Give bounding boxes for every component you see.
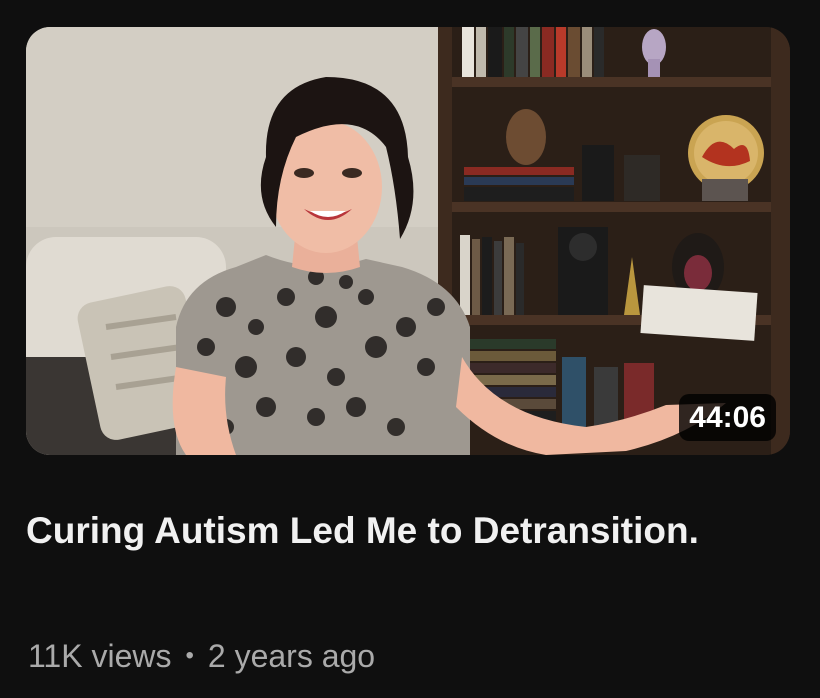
video-title[interactable]: Curing Autism Led Me to Detransition. [26,500,726,562]
meta-separator: • [185,642,194,669]
thumbnail-image [26,27,790,455]
duration-badge: 44:06 [679,394,776,441]
view-count: 11K views [28,638,172,674]
upload-age: 2 years ago [207,638,376,674]
video-thumbnail[interactable]: 44:06 [26,27,790,455]
video-metadata: 11K views • 2 years ago [28,636,375,676]
video-card[interactable]: 44:06 Curing Autism Led Me to Detransiti… [0,0,820,698]
